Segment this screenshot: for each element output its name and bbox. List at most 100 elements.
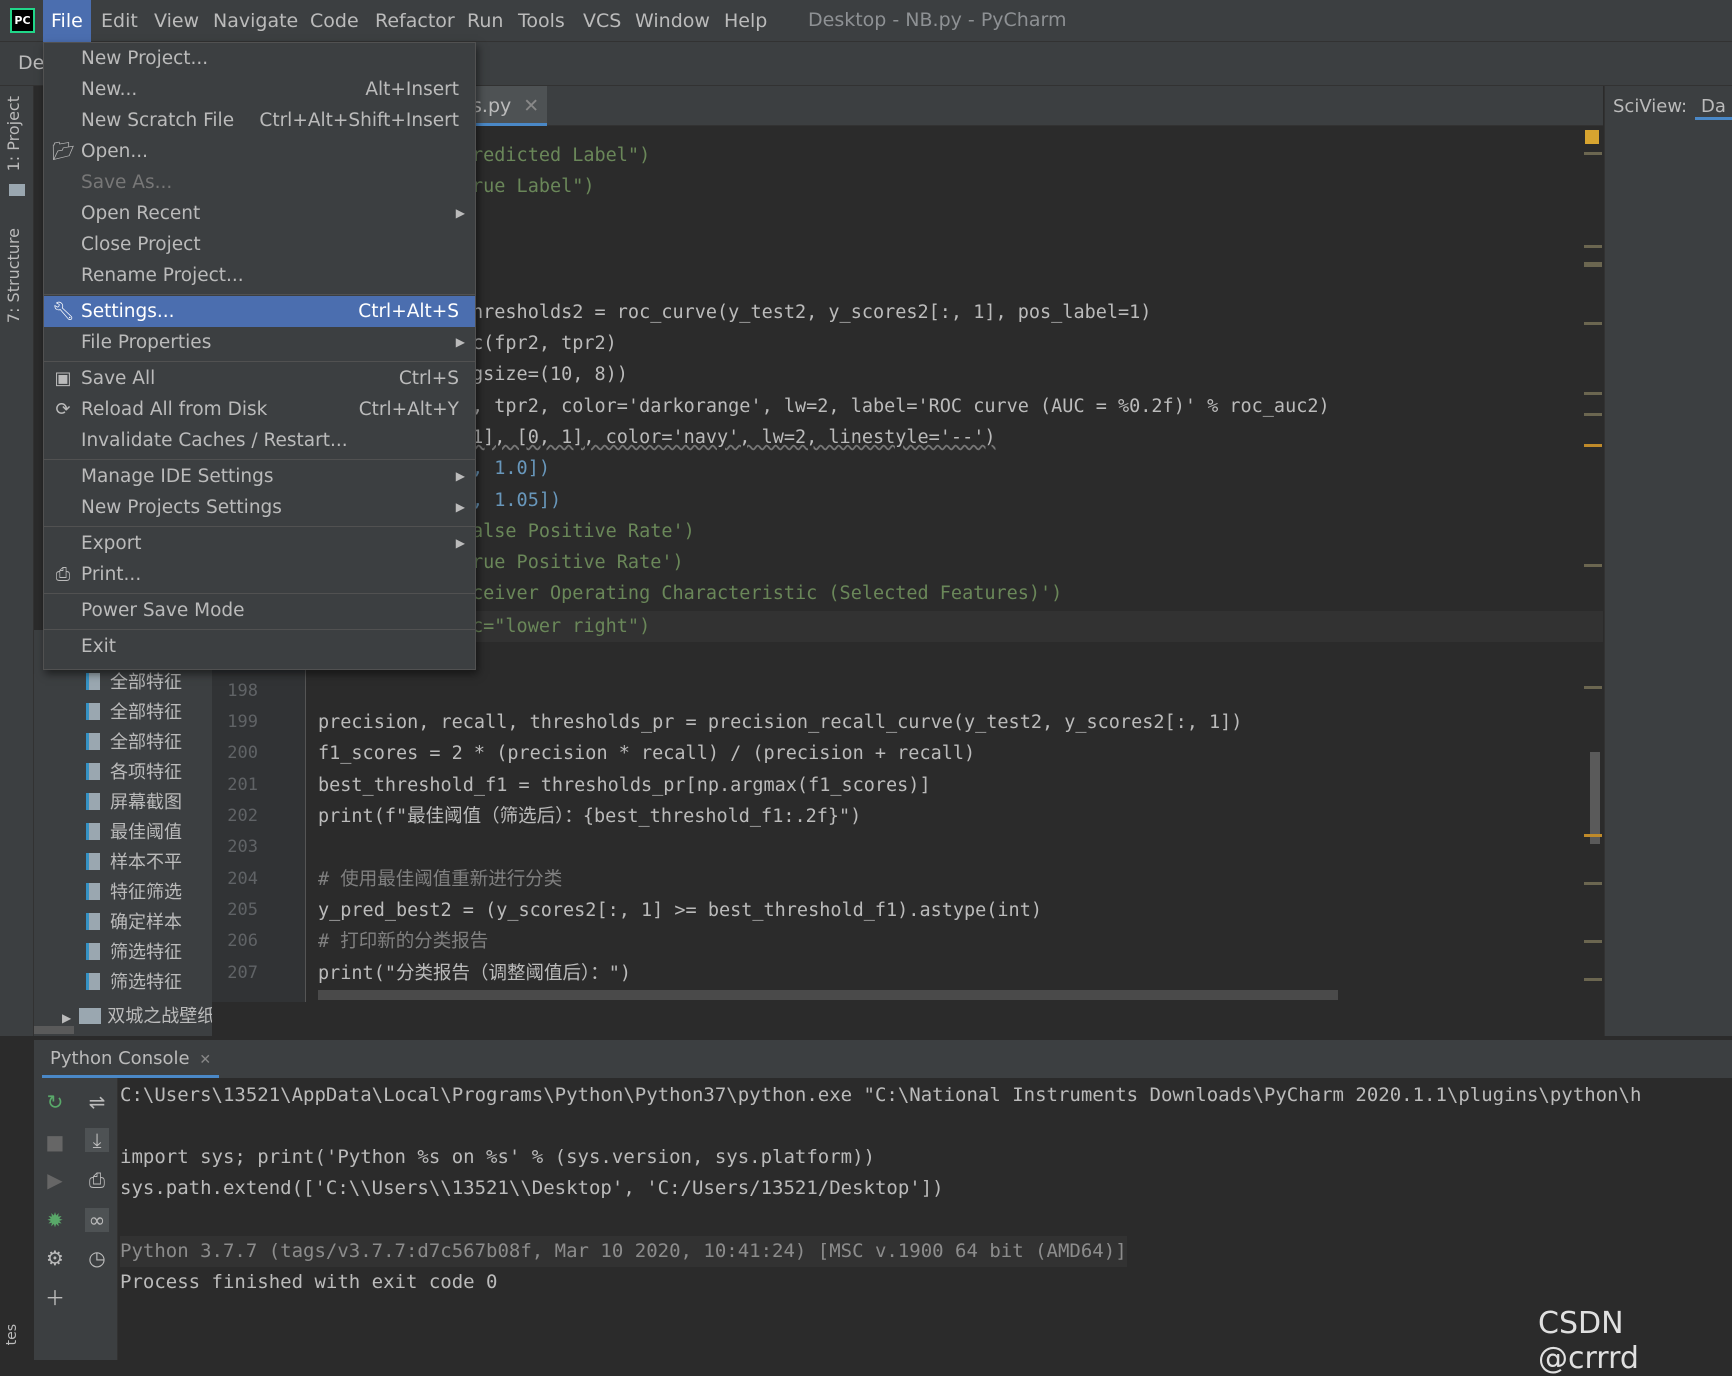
project-file[interactable]: 特征筛选	[86, 878, 211, 908]
menu-navigate[interactable]: Navigate	[205, 0, 306, 42]
project-file[interactable]: 全部特征	[86, 698, 211, 728]
console-line: sys.path.extend(['C:\\Users\\13521\\Desk…	[120, 1177, 944, 1199]
stripe-mark[interactable]	[1584, 322, 1602, 325]
stripe-mark[interactable]	[1584, 392, 1602, 395]
menu-vcs[interactable]: VCS	[575, 0, 629, 42]
show-variables-icon[interactable]: ∞	[85, 1208, 109, 1232]
rerun-icon[interactable]: ↻	[43, 1090, 67, 1114]
image-file-icon	[86, 733, 100, 750]
project-file[interactable]: 全部特征	[86, 668, 211, 698]
stripe-mark[interactable]	[1584, 978, 1602, 981]
menu-file[interactable]: File	[43, 0, 91, 42]
debug-icon[interactable]: ✹	[43, 1208, 67, 1232]
menu-item-new[interactable]: New... Alt+Insert	[44, 74, 475, 105]
stripe-mark[interactable]	[1584, 564, 1602, 567]
editor-tab-active[interactable]: s.py ✕	[464, 86, 548, 126]
stripe-mark[interactable]	[1584, 940, 1602, 943]
code-line: print("分类报告（调整阈值后）：")	[318, 963, 631, 984]
image-file-icon	[86, 853, 100, 870]
stripe-mark[interactable]	[1584, 444, 1602, 447]
menu-item-new-scratch[interactable]: New Scratch File Ctrl+Alt+Shift+Insert	[44, 105, 475, 136]
tab-bottom[interactable]: tes	[4, 1324, 20, 1345]
stripe-mark[interactable]	[1584, 413, 1602, 416]
chevron-right-icon[interactable]: ▶	[62, 1011, 71, 1025]
menu-item-reload[interactable]: ⟳ Reload All from Disk Ctrl+Alt+Y	[44, 394, 475, 425]
run-icon[interactable]: ▶	[43, 1168, 67, 1192]
menu-item-new-projects-settings[interactable]: New Projects Settings ▶	[44, 492, 475, 523]
stripe-mark[interactable]	[1584, 245, 1602, 248]
chevron-right-icon: ▶	[455, 335, 465, 349]
code-upper: redicted Label") rue Label") hresholds2 …	[472, 126, 1572, 632]
soft-wrap-icon[interactable]: ⇌	[85, 1090, 109, 1114]
menu-code[interactable]: Code	[302, 0, 367, 42]
console-line-version: Python 3.7.7 (tags/v3.7.7:d7c567b08f, Ma…	[120, 1236, 1127, 1267]
history-icon[interactable]: ◷	[85, 1246, 109, 1270]
menu-item-invalidate-caches[interactable]: Invalidate Caches / Restart...	[44, 425, 475, 456]
close-icon[interactable]: ✕	[523, 95, 539, 117]
menu-item-new-project[interactable]: New Project...	[44, 43, 475, 74]
vertical-scrollbar[interactable]	[1590, 752, 1600, 844]
menu-view[interactable]: View	[146, 0, 207, 42]
breadcrumb[interactable]: De	[18, 52, 44, 74]
sciview-tab[interactable]: Da	[1695, 96, 1732, 120]
menu-separator	[44, 294, 475, 295]
close-icon[interactable]: ✕	[199, 1052, 211, 1068]
scroll-to-end-icon[interactable]: ⤓	[85, 1128, 109, 1152]
menu-separator	[44, 459, 475, 460]
warning-indicator-icon[interactable]	[1585, 130, 1599, 144]
menu-item-print[interactable]: ⎙ Print...	[44, 559, 475, 590]
gear-icon[interactable]: ⚙	[43, 1246, 67, 1270]
menu-tools[interactable]: Tools	[510, 0, 573, 42]
project-file[interactable]: 确定样本	[86, 908, 211, 938]
stripe-mark[interactable]	[1584, 686, 1602, 689]
project-file[interactable]: 筛选特征	[86, 968, 211, 998]
menu-item-exit[interactable]: Exit	[44, 631, 475, 662]
menu-item-power-save[interactable]: Power Save Mode	[44, 595, 475, 626]
code-fragment: rue Label")	[472, 176, 595, 197]
project-file[interactable]: 最佳阈值	[86, 818, 211, 848]
menu-help[interactable]: Help	[716, 0, 775, 42]
menu-item-save-as: Save As...	[81, 172, 173, 193]
menu-item-export[interactable]: Export ▶	[44, 528, 475, 559]
menu-edit[interactable]: Edit	[93, 0, 146, 42]
menu-run[interactable]: Run	[459, 0, 511, 42]
file-menu: New Project... New... Alt+Insert New Scra…	[43, 42, 476, 670]
folder-open-icon: 📂︎	[52, 141, 75, 162]
stop-icon[interactable]: ■	[43, 1130, 67, 1154]
project-file[interactable]: 屏幕截图	[86, 788, 211, 818]
menu-item-open[interactable]: 📂︎ Open...	[44, 136, 475, 167]
print-icon[interactable]: ⎙	[85, 1168, 109, 1192]
project-file[interactable]: 样本不平	[86, 848, 211, 878]
image-file-icon	[86, 823, 100, 840]
tab-structure[interactable]: 7: Structure	[4, 228, 23, 323]
watermark: CSDN @crrrd	[1538, 1306, 1639, 1376]
code-line-comment: # 打印新的分类报告	[318, 931, 489, 952]
stripe-mark[interactable]	[1584, 882, 1602, 885]
stripe-mark[interactable]	[1584, 834, 1602, 837]
code-line: precision, recall, thresholds_pr = preci…	[318, 712, 1243, 733]
project-file[interactable]: 全部特征	[86, 728, 211, 758]
menu-item-close-project[interactable]: Close Project	[44, 229, 475, 260]
stripe-mark[interactable]	[1584, 152, 1602, 155]
folder-icon	[9, 184, 25, 196]
project-file[interactable]: 筛选特征	[86, 938, 211, 968]
project-folder[interactable]: ▶ 双城之战壁纸	[62, 1002, 212, 1032]
window-title: Desktop - NB.py - PyCharm	[808, 9, 1067, 31]
menu-item-file-properties[interactable]: File Properties ▶	[44, 327, 475, 358]
menu-item-save-all[interactable]: ▣ Save All Ctrl+S	[44, 363, 475, 394]
menu-item-open-recent[interactable]: Open Recent ▶	[44, 198, 475, 229]
menu-window[interactable]: Window	[627, 0, 718, 42]
menu-item-settings[interactable]: 🔧︎ Settings... Ctrl+Alt+S	[44, 296, 475, 327]
project-file[interactable]: 各项特征	[86, 758, 211, 788]
add-icon[interactable]: ＋	[43, 1286, 67, 1310]
wrench-icon: 🔧︎	[52, 301, 75, 322]
menu-item-rename-project[interactable]: Rename Project...	[44, 260, 475, 291]
menu-item-manage-ide-settings[interactable]: Manage IDE Settings ▶	[44, 461, 475, 492]
console-tab[interactable]: Python Console ✕	[42, 1040, 220, 1078]
chevron-right-icon: ▶	[455, 206, 465, 220]
horizontal-scrollbar[interactable]	[318, 990, 1338, 1000]
image-file-icon	[86, 763, 100, 780]
menu-refactor[interactable]: Refactor	[367, 0, 463, 42]
stripe-mark[interactable]	[1584, 262, 1602, 267]
tab-project[interactable]: 1: Project	[4, 96, 23, 171]
